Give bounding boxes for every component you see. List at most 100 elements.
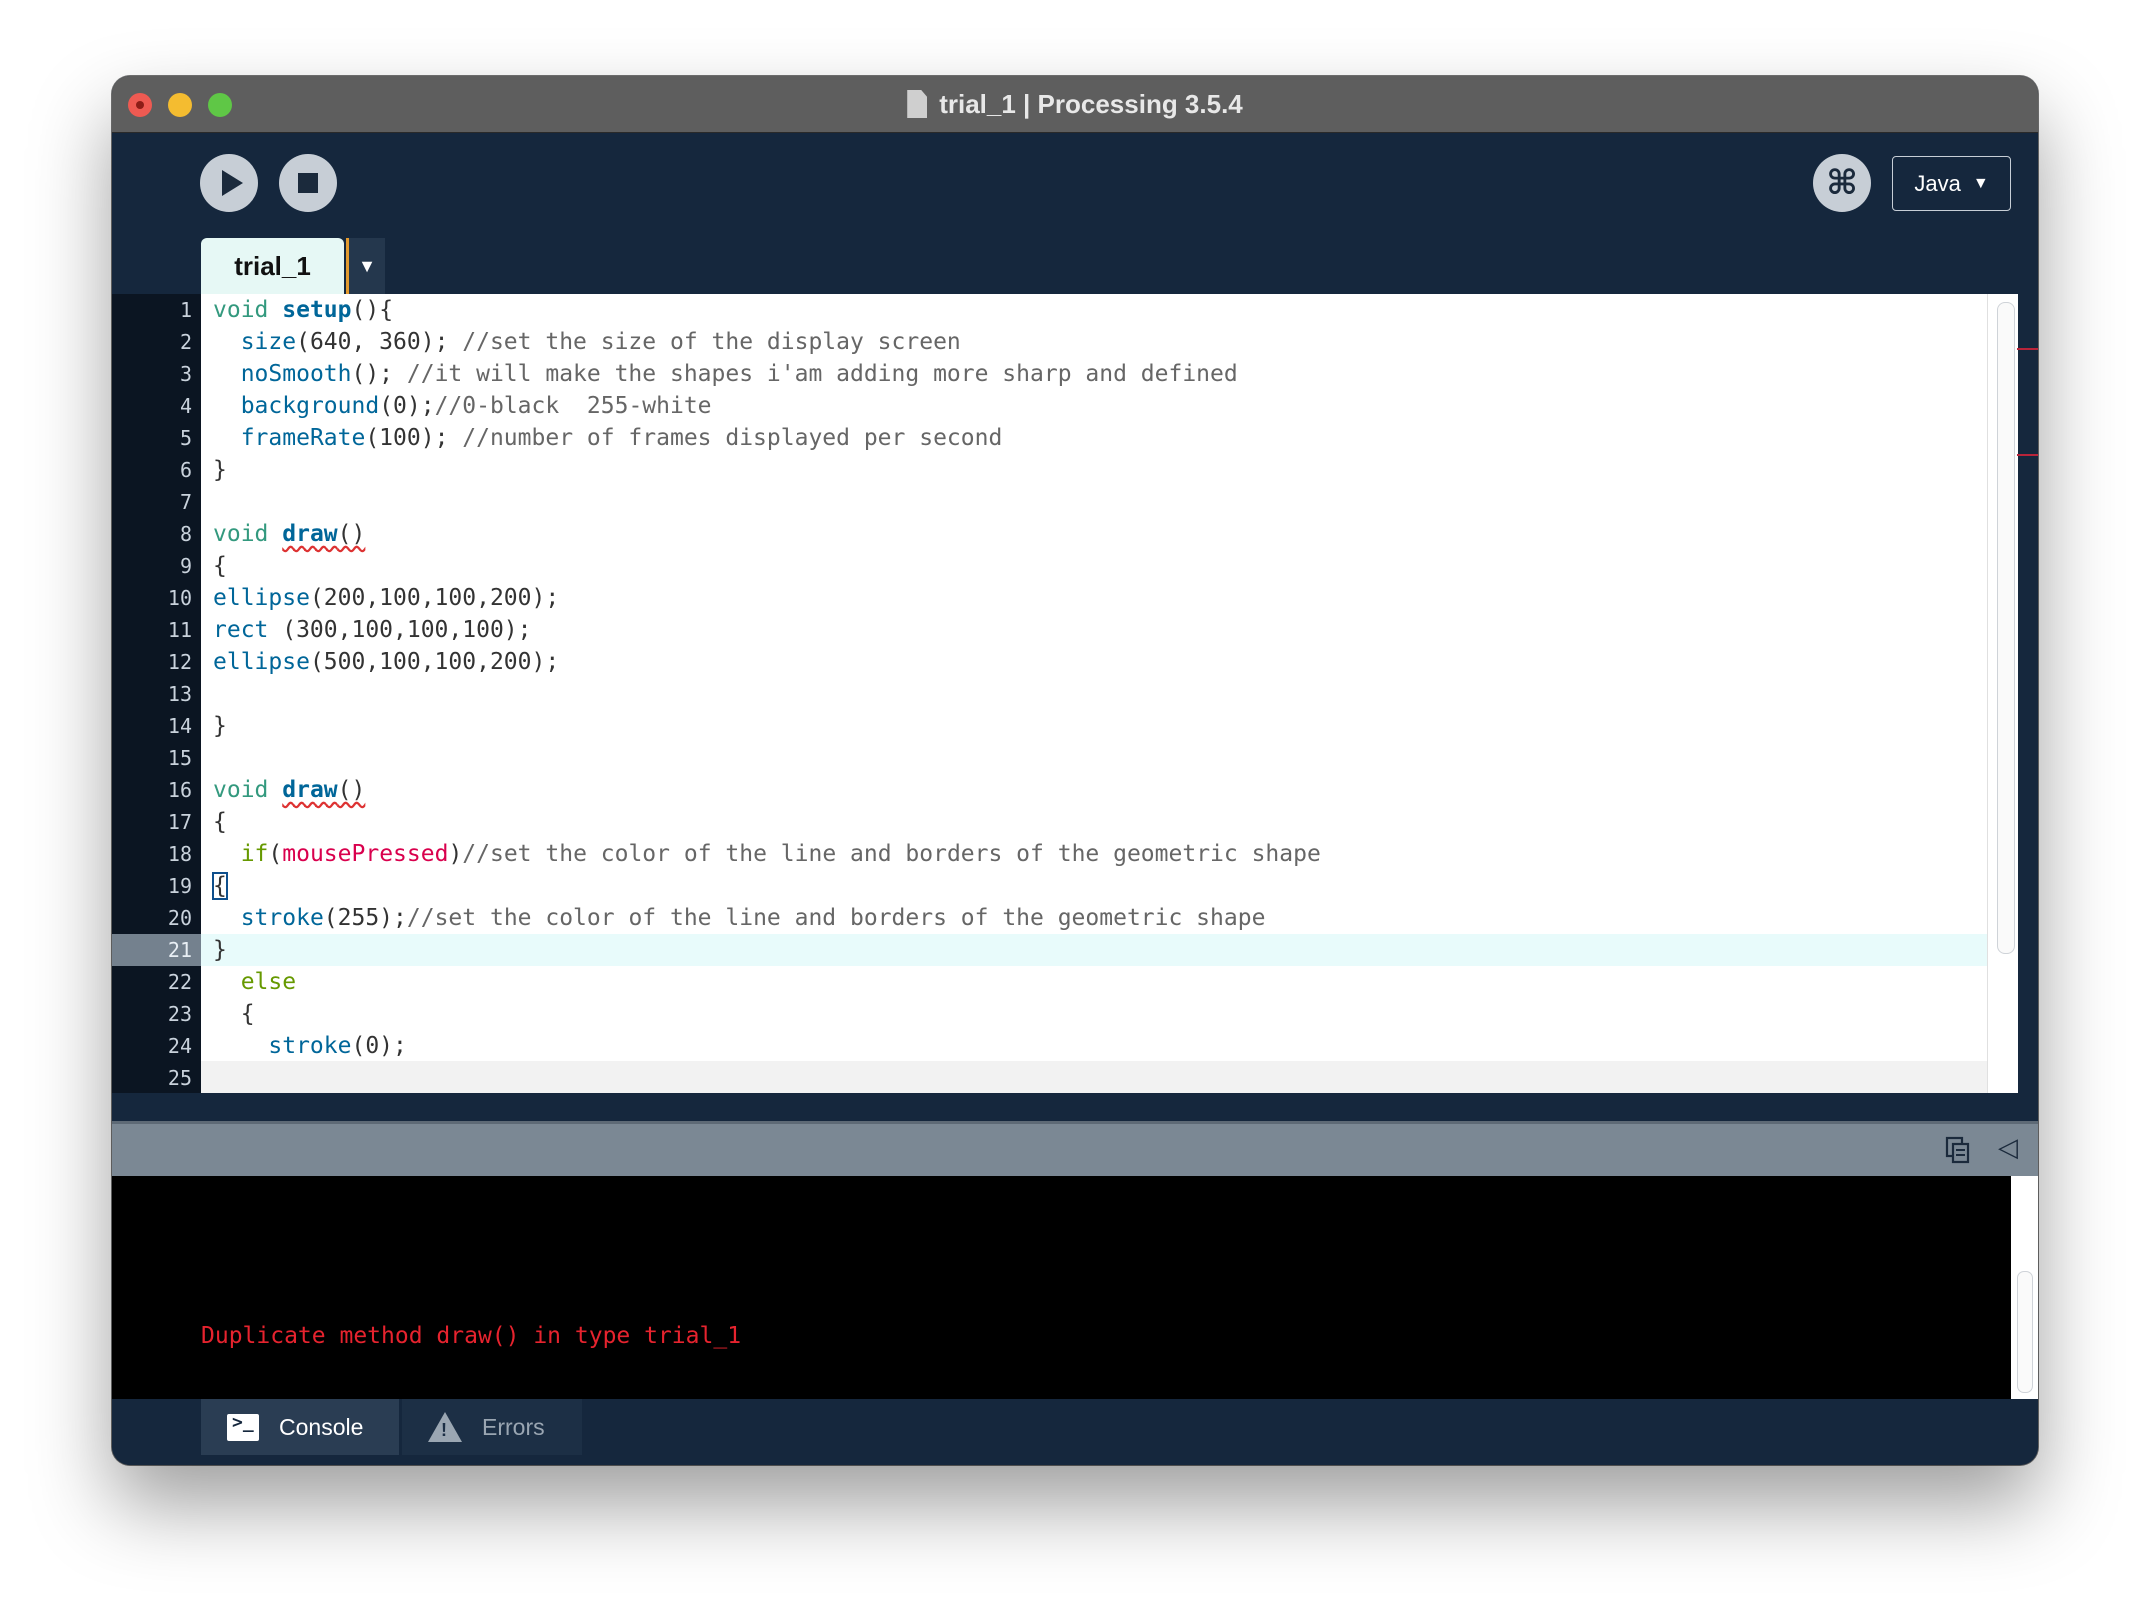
line-number: 11 (167, 618, 192, 642)
error-marker[interactable] (2017, 454, 2038, 456)
code-line[interactable]: frameRate(100); //number of frames displ… (201, 422, 1987, 454)
console-header-bar[interactable]: ◁ (112, 1121, 2038, 1176)
tab-errors[interactable]: Errors (402, 1399, 582, 1455)
code-line[interactable]: { (201, 998, 1987, 1030)
line-number: 5 (179, 426, 192, 450)
code-text: rect (300,100,100,100); (213, 614, 532, 646)
chevron-down-icon: ▼ (358, 255, 376, 276)
code-token: (100); (365, 425, 463, 451)
code-token: } (213, 713, 227, 739)
line-number: 3 (179, 362, 192, 386)
line-number: 9 (179, 554, 192, 578)
line-number: 19 (167, 874, 192, 898)
line-number: 24 (167, 1034, 192, 1058)
code-token: (300,100,100,100); (268, 617, 532, 643)
code-text: ellipse(200,100,100,200); (213, 582, 559, 614)
code-token: rect (213, 617, 269, 643)
code-token: void (213, 521, 269, 547)
code-token: background (240, 393, 380, 419)
horizontal-scrollbar[interactable] (201, 1061, 1987, 1093)
editor-vertical-scrollbar[interactable] (1987, 294, 2018, 1093)
line-number: 22 (167, 970, 192, 994)
code-line[interactable]: size(640, 360); //set the size of the di… (201, 326, 1987, 358)
code-token: } (213, 937, 227, 963)
code-line[interactable]: else (201, 966, 1987, 998)
terminal-icon (227, 1412, 259, 1441)
code-line[interactable]: noSmooth(); //it will make the shapes i'… (201, 358, 1987, 390)
code-text: noSmooth(); //it will make the shapes i'… (213, 358, 1238, 390)
line-number: 13 (167, 682, 192, 706)
line-number: 21 (112, 934, 201, 966)
tab-trial-1[interactable]: trial_1 (201, 238, 344, 294)
toolbar: ⌘ Java ▼ (112, 133, 2038, 250)
code-token: (){ (351, 297, 394, 323)
code-line[interactable]: void draw() (201, 518, 1987, 550)
code-token: void (213, 297, 269, 323)
line-number: 8 (179, 522, 192, 546)
code-line[interactable]: } (201, 710, 1987, 742)
code-line[interactable]: if(mousePressed)//set the color of the l… (201, 838, 1987, 870)
copy-icon[interactable] (1945, 1136, 1971, 1164)
code-line[interactable]: ellipse(200,100,100,200); (201, 582, 1987, 614)
collapse-icon[interactable]: ◁ (1998, 1132, 2018, 1163)
console-scrollbar[interactable] (2011, 1176, 2038, 1399)
scrollbar-thumb[interactable] (2017, 1271, 2033, 1393)
code-line[interactable] (201, 486, 1987, 518)
code-text: { (213, 998, 255, 1030)
code-line[interactable]: } (201, 934, 1987, 966)
code-token: mousePressed (282, 841, 449, 867)
line-number: 16 (167, 778, 192, 802)
code-token: ellipse (213, 649, 310, 675)
debugger-button[interactable]: ⌘ (1813, 154, 1871, 212)
code-text: } (213, 454, 227, 486)
code-token: { (213, 809, 227, 835)
code-token: { (212, 872, 228, 900)
code-line[interactable]: rect (300,100,100,100); (201, 614, 1987, 646)
warning-icon (428, 1412, 462, 1442)
tab-console[interactable]: Console (201, 1399, 399, 1455)
code-text: void draw() (213, 774, 365, 806)
console-output[interactable]: Duplicate method draw() in type trial_1 (112, 1176, 2011, 1399)
scrollbar-thumb[interactable] (1997, 302, 2015, 954)
code-token: (0); (351, 1033, 407, 1059)
tab-menu-button[interactable]: ▼ (346, 238, 385, 294)
code-line[interactable]: ellipse(500,100,100,200); (201, 646, 1987, 678)
code-text: frameRate(100); //number of frames displ… (213, 422, 1003, 454)
code-editor[interactable]: stroke(0); { else} stroke(255);//set the… (201, 294, 1987, 1093)
code-line[interactable]: stroke(255);//set the color of the line … (201, 902, 1987, 934)
code-token: frameRate (240, 425, 366, 451)
code-line[interactable] (201, 742, 1987, 774)
run-button[interactable] (200, 154, 258, 212)
code-token: //set the color of the line and borders … (406, 905, 1266, 931)
code-line[interactable]: stroke(0); (201, 1030, 1987, 1062)
code-line[interactable]: } (201, 454, 1987, 486)
error-marker[interactable] (2017, 348, 2038, 350)
code-text: } (213, 934, 227, 966)
footer-tabs: Console Errors (112, 1399, 2038, 1465)
mode-selector[interactable]: Java ▼ (1892, 156, 2011, 211)
stop-icon (298, 173, 318, 193)
code-line[interactable]: { (201, 870, 1987, 902)
code-line[interactable] (201, 678, 1987, 710)
stop-button[interactable] (279, 154, 337, 212)
line-number: 2 (179, 330, 192, 354)
code-line[interactable]: { (201, 550, 1987, 582)
code-token: //it will make the shapes i'am adding mo… (406, 361, 1238, 387)
code-text: } (213, 710, 227, 742)
code-token: //number of frames displayed per second (462, 425, 1003, 451)
code-line[interactable]: { (201, 806, 1987, 838)
code-text: { (213, 550, 227, 582)
code-text: ellipse(500,100,100,200); (213, 646, 559, 678)
code-line[interactable]: background(0);//0-black 255-white (201, 390, 1987, 422)
processing-window: trial_1 | Processing 3.5.4 ⌘ Java ▼ tria… (112, 76, 2038, 1465)
code-token: (); (351, 361, 407, 387)
code-text: void draw() (213, 518, 365, 550)
code-line[interactable]: void draw() (201, 774, 1987, 806)
code-line[interactable]: void setup(){ (201, 294, 1987, 326)
tab-label: trial_1 (234, 250, 311, 281)
code-token: stroke (268, 1033, 352, 1059)
